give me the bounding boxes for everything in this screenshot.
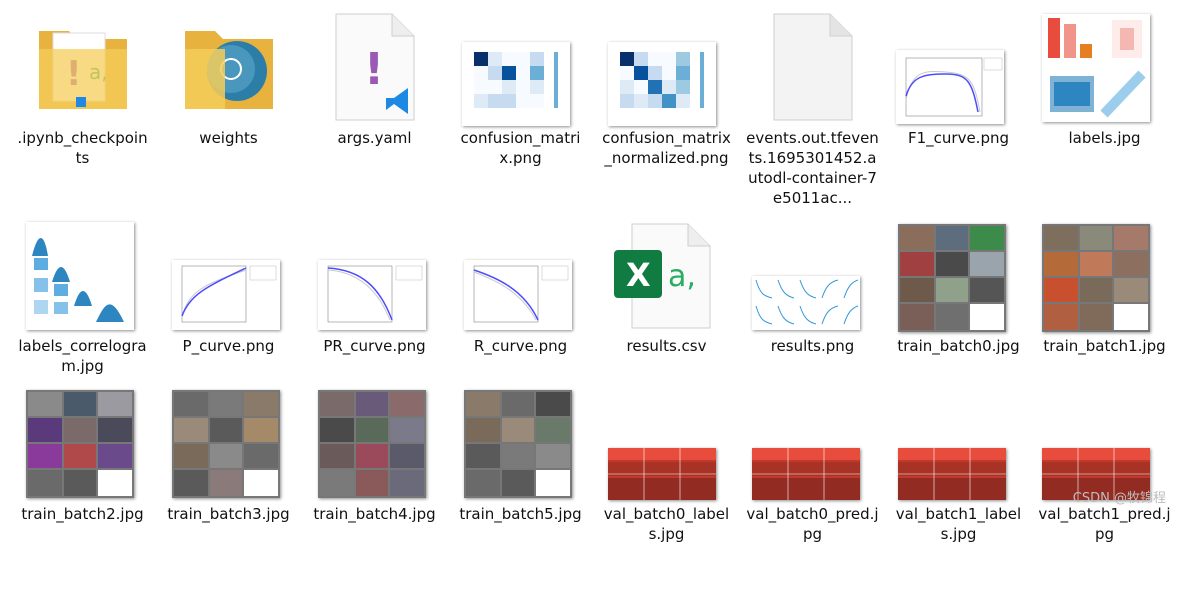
file-name: weights — [199, 129, 258, 147]
file-tile[interactable]: ! a, .ipynb_checkpoints — [10, 8, 155, 216]
file-name: .ipynb_checkpoints — [17, 129, 148, 167]
file-name: R_curve.png — [473, 337, 568, 355]
file-name: results.png — [770, 337, 855, 355]
file-tile[interactable]: F1_curve.png — [886, 8, 1031, 216]
file-name: val_batch1_pred.jpg — [1038, 505, 1171, 543]
yaml-file-icon: ! — [335, 13, 415, 121]
labels-correlogram-thumbnail — [26, 222, 134, 330]
file-tile[interactable]: train_batch4.jpg — [302, 384, 447, 592]
file-name: val_batch1_labels.jpg — [895, 505, 1022, 543]
file-name: train_batch1.jpg — [1043, 337, 1166, 355]
file-name: labels_correlogram.jpg — [18, 337, 147, 375]
csdn-watermark: CSDN @牧锦程 — [1072, 491, 1166, 506]
r-curve-thumbnail — [464, 260, 572, 330]
train-batch1-thumbnail — [1042, 224, 1150, 332]
file-tile[interactable]: val_batch0_labels.jpg — [594, 384, 739, 592]
pr-curve-thumbnail — [318, 260, 426, 330]
file-name: labels.jpg — [1068, 129, 1141, 147]
file-tile[interactable]: train_batch5.jpg — [448, 384, 593, 592]
train-batch0-thumbnail — [898, 224, 1006, 332]
file-tile[interactable]: ! args.yaml — [302, 8, 447, 216]
file-tile[interactable]: train_batch3.jpg — [156, 384, 301, 592]
file-name: train_batch3.jpg — [167, 505, 290, 523]
file-name: PR_curve.png — [323, 337, 426, 355]
file-tile[interactable]: confusion_matrix.png — [448, 8, 593, 216]
file-tile[interactable]: train_batch2.jpg — [10, 384, 155, 592]
file-name: results.csv — [626, 337, 707, 355]
file-name: F1_curve.png — [907, 129, 1009, 147]
svg-text:X: X — [626, 256, 651, 294]
val-batch1-labels-thumbnail — [898, 448, 1006, 500]
train-batch5-thumbnail — [464, 390, 572, 498]
file-name: args.yaml — [337, 129, 412, 147]
blank-file-icon — [773, 13, 853, 121]
file-name: train_batch2.jpg — [21, 505, 144, 523]
p-curve-thumbnail — [172, 260, 280, 330]
excel-file-icon: X a, — [614, 223, 711, 329]
folder-icon: ! a, — [38, 31, 127, 109]
f1-curve-thumbnail — [896, 50, 1004, 124]
train-batch2-thumbnail — [26, 390, 134, 498]
labels-thumbnail — [1042, 14, 1150, 122]
file-tile[interactable]: confusion_matrix_normalized.png — [594, 8, 739, 216]
file-tile[interactable]: val_batch1_labels.jpg — [886, 384, 1031, 592]
folder-icon — [184, 31, 273, 109]
confusion-matrix-thumbnail — [462, 42, 570, 126]
file-tile[interactable]: val_batch0_pred.jpg — [740, 384, 885, 592]
file-name: val_batch0_labels.jpg — [603, 505, 730, 543]
train-batch3-thumbnail — [172, 390, 280, 498]
file-tile[interactable]: events.out.tfevents.1695301452.autodl-co… — [740, 8, 885, 216]
svg-text:a,: a, — [668, 259, 696, 294]
results-thumbnail — [752, 276, 860, 330]
file-name: events.out.tfevents.1695301452.autodl-co… — [746, 129, 879, 207]
val-batch0-pred-thumbnail — [752, 448, 860, 500]
file-name: confusion_matrix_normalized.png — [602, 129, 731, 167]
confusion-matrix-normalized-thumbnail — [608, 42, 716, 126]
file-tile[interactable]: weights — [156, 8, 301, 216]
file-tile[interactable]: labels.jpg — [1032, 8, 1177, 216]
file-name: train_batch0.jpg — [897, 337, 1020, 355]
file-name: val_batch0_pred.jpg — [746, 505, 879, 543]
file-name: confusion_matrix.png — [460, 129, 581, 167]
file-name: P_curve.png — [182, 337, 275, 355]
file-name: train_batch5.jpg — [459, 505, 582, 523]
file-name: train_batch4.jpg — [313, 505, 436, 523]
val-batch0-labels-thumbnail — [608, 448, 716, 500]
svg-text:!: ! — [364, 44, 384, 95]
train-batch4-thumbnail — [318, 390, 426, 498]
